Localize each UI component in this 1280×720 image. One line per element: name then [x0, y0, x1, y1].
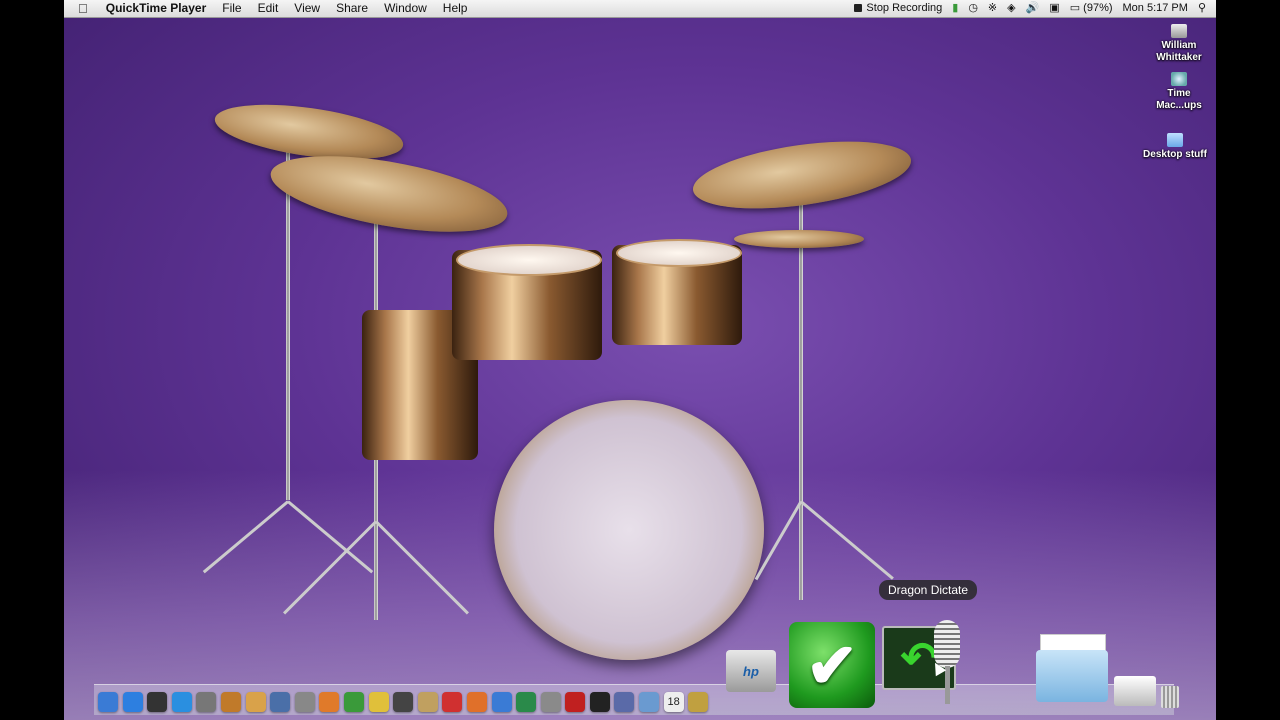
stop-recording-label: Stop Recording [866, 2, 943, 14]
cymbal [265, 141, 513, 247]
garageband-icon[interactable] [220, 692, 241, 712]
hardware-icon[interactable] [294, 692, 315, 712]
printer-icon[interactable] [1114, 676, 1156, 706]
blackberry-icon[interactable] [589, 692, 610, 712]
apple-icon[interactable]:  [64, 0, 98, 17]
mail-stamp-icon[interactable] [688, 692, 709, 712]
microphone-stand [945, 666, 950, 704]
trash-icon[interactable] [1161, 686, 1179, 708]
grid-app-icon[interactable] [270, 692, 291, 712]
menu-bar:  QuickTime Player File Edit View Share … [64, 0, 1216, 18]
xcode-icon[interactable] [516, 692, 537, 712]
menu-help[interactable]: Help [435, 0, 476, 17]
bluetooth-icon[interactable]: ※ [983, 0, 1002, 17]
stop-recording-button[interactable]: Stop Recording [849, 0, 947, 17]
desktop-icon-time-machine[interactable]: Time Mac...ups [1147, 72, 1211, 112]
app-store-icon[interactable] [122, 692, 143, 712]
finder-icon[interactable] [98, 692, 118, 712]
tools-icon[interactable] [614, 692, 635, 712]
clapper-icon[interactable] [393, 692, 414, 712]
iphoto-icon[interactable] [417, 692, 438, 712]
tom-head [616, 239, 742, 267]
battery-percent: (97%) [1083, 2, 1113, 14]
menu-window[interactable]: Window [376, 0, 435, 17]
network-icon[interactable] [491, 692, 512, 712]
wifi-icon[interactable]: ◈ [1002, 0, 1020, 17]
spotlight-icon[interactable]: ⚲ [1193, 0, 1216, 17]
photo-icon[interactable] [639, 692, 660, 712]
menu-view[interactable]: View [286, 0, 328, 17]
activity-icon[interactable] [343, 692, 364, 712]
menu-edit[interactable]: Edit [250, 0, 287, 17]
folder-body [1036, 650, 1108, 702]
desktop-icon-label: William Whittaker [1156, 40, 1202, 63]
safari-icon[interactable] [171, 692, 192, 712]
system-preferences-icon[interactable] [196, 692, 217, 712]
desktop-icon-label: Time Mac...ups [1156, 88, 1202, 111]
ichat-icon[interactable] [319, 692, 340, 712]
menu-share[interactable]: Share [328, 0, 376, 17]
ical-icon[interactable]: 18 [663, 692, 684, 712]
pencil-icon[interactable] [368, 692, 389, 712]
time-machine-icon[interactable]: ◷ [963, 0, 983, 17]
calendar-icon[interactable]: ▣ [1044, 0, 1064, 17]
evernote-icon[interactable]: ▮ [947, 0, 963, 17]
utility-icon[interactable] [540, 692, 561, 712]
menu-file[interactable]: File [214, 0, 249, 17]
dock-tooltip: Dragon Dictate [879, 580, 978, 600]
documents-stack-icon[interactable] [1034, 632, 1110, 704]
checkmark-app-icon[interactable]: ✔ [789, 622, 875, 708]
dashboard-icon[interactable] [147, 692, 168, 712]
hp-label: hp [743, 663, 759, 679]
desktop-icon-hard-drive[interactable]: William Whittaker [1147, 24, 1211, 64]
desktop:  QuickTime Player File Edit View Share … [64, 0, 1216, 720]
volume-icon[interactable]: 🔊 [1021, 0, 1045, 17]
desktop-icon-label: Desktop stuff [1143, 149, 1207, 160]
hihat [734, 230, 864, 248]
status-menus: Stop Recording ▮ ◷ ※ ◈ 🔊 ▣ ▭ (97%) Mon 5… [849, 0, 1216, 17]
folder-icon [1167, 133, 1183, 147]
preview-icon[interactable] [245, 692, 266, 712]
tom-head [456, 244, 602, 276]
hp-utility-icon[interactable]: hp [726, 650, 776, 692]
acrobat-icon[interactable] [565, 692, 586, 712]
desktop-icon-folder[interactable]: Desktop stuff [1143, 133, 1207, 161]
app-menu[interactable]: QuickTime Player [98, 0, 215, 17]
time-machine-disk-icon [1171, 72, 1187, 86]
dock-apps: 18 [98, 686, 713, 712]
bass-drum [494, 400, 764, 660]
hard-drive-icon [1171, 24, 1187, 38]
firefox-icon[interactable] [466, 692, 487, 712]
clock[interactable]: Mon 5:17 PM [1118, 0, 1193, 17]
battery-icon[interactable]: ▭ (97%) [1065, 0, 1118, 17]
itunes-icon[interactable] [442, 692, 463, 712]
dragon-dictate-icon[interactable]: ↶ [882, 620, 978, 708]
stop-icon [854, 4, 863, 12]
